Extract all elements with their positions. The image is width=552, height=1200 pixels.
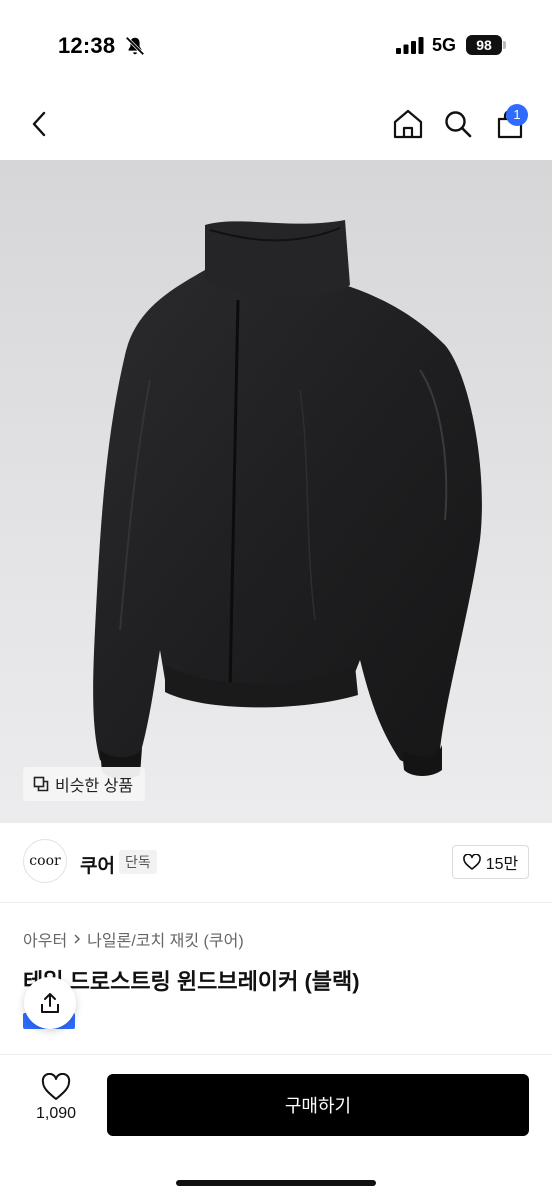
home-icon (393, 109, 423, 139)
status-time: 12:38 (58, 33, 116, 58)
wishlist-button[interactable]: 1,090 (22, 1073, 90, 1139)
brand-name[interactable]: 쿠어 (80, 851, 115, 878)
wishlist-count: 1,090 (35, 1105, 77, 1122)
share-icon (41, 993, 59, 1013)
jacket-photo (93, 220, 482, 780)
heart-icon (462, 854, 481, 870)
status-bar: 12:38 5G 98 (0, 0, 552, 92)
breadcrumb-item-category[interactable]: 나일론/코치 재킷 (쿠어) (87, 927, 243, 951)
top-navigation (0, 92, 552, 160)
search-icon (445, 111, 472, 138)
brand-row: coor 쿠어 단독 15만 (0, 823, 552, 903)
chevron-left-icon (32, 111, 46, 137)
home-button[interactable] (384, 92, 432, 156)
network-label: 5G (432, 35, 457, 55)
exclusive-badge: 단독 (119, 850, 157, 874)
similar-products-button[interactable]: 비슷한 상품 (23, 767, 146, 801)
breadcrumb-item-outer[interactable]: 아우터 (23, 927, 67, 951)
brand-like-button[interactable]: 15만 (452, 845, 529, 879)
share-button[interactable] (24, 977, 76, 1029)
signal-icon (396, 37, 424, 54)
buy-button[interactable]: 구매하기 (107, 1074, 529, 1136)
battery-tip (503, 41, 506, 49)
product-image[interactable]: 비슷한 상품 (0, 160, 552, 823)
battery-icon: 98 (466, 35, 502, 55)
heart-icon (41, 1073, 71, 1100)
brand-logo[interactable]: coor (23, 839, 67, 883)
cart-count-badge: 1 (506, 104, 528, 126)
home-indicator (176, 1180, 376, 1186)
search-button[interactable] (434, 92, 482, 156)
back-button[interactable] (16, 92, 64, 156)
brand-like-count: 15만 (485, 856, 519, 873)
bottom-action-bar: 1,090 구매하기 (0, 1054, 552, 1200)
breadcrumb: 아우터 나일론/코치 재킷 (쿠어) (23, 927, 244, 951)
copy-icon (33, 776, 49, 792)
similar-products-label: 비슷한 상품 (55, 778, 134, 795)
bell-off-icon (125, 36, 145, 56)
chevron-right-icon (74, 934, 81, 944)
